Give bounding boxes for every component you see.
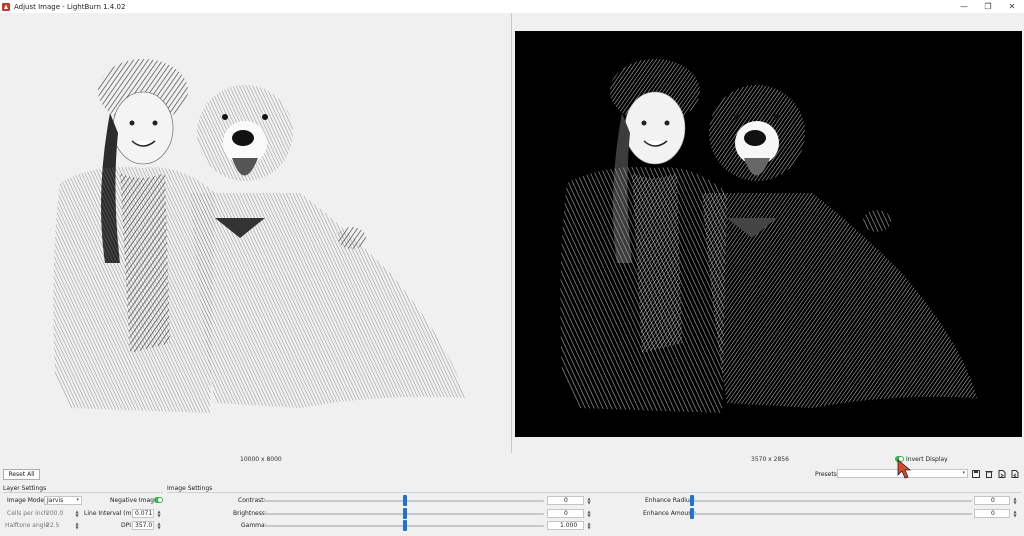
cells-per-inch-label: Cells per inch xyxy=(7,510,48,517)
original-image-pane xyxy=(0,13,511,453)
layer-settings-divider xyxy=(3,492,163,493)
dpi-label: DPI xyxy=(121,522,132,529)
layer-settings-title: Layer Settings xyxy=(3,485,47,492)
image-settings-divider xyxy=(167,492,1021,493)
contrast-slider-handle[interactable] xyxy=(403,495,407,506)
halftone-angle-label: Halftone angle xyxy=(5,522,49,529)
enhance-radius-field[interactable]: 0 xyxy=(974,496,1010,505)
pane-divider[interactable] xyxy=(511,13,512,453)
processed-preview-pane xyxy=(515,31,1022,437)
title-bar: Adjust Image - LightBurn 1.4.02 — ❐ ✕ xyxy=(0,0,1024,13)
cells-per-inch-field[interactable]: 200.0 xyxy=(44,509,72,518)
original-dimensions: 10000 x 8000 xyxy=(240,456,282,463)
minimize-button[interactable]: — xyxy=(952,0,976,13)
processed-image xyxy=(560,59,977,413)
mouse-cursor-icon xyxy=(897,459,911,479)
enhance-radius-stepper[interactable]: ▲ ▼ xyxy=(1012,496,1018,505)
halftone-angle-field[interactable]: 22.5 xyxy=(44,521,72,530)
halftone-angle-stepper[interactable]: ▲ ▼ xyxy=(74,521,80,530)
image-mode-label: Image Mode: xyxy=(7,497,47,504)
presets-label: Presets: xyxy=(815,471,839,478)
brightness-field[interactable]: 0 xyxy=(547,509,584,518)
window-controls: — ❐ ✕ xyxy=(952,0,1024,13)
cells-per-inch-stepper[interactable]: ▲ ▼ xyxy=(74,509,80,518)
restore-button[interactable]: ❐ xyxy=(976,0,1000,13)
chevron-down-icon: ▾ xyxy=(962,470,965,476)
enhance-radius-slider-handle[interactable] xyxy=(690,495,694,506)
preview-dimensions: 3570 x 2856 xyxy=(751,456,789,463)
invert-display-label: Invert Display xyxy=(906,456,948,463)
enhance-amount-stepper[interactable]: ▲ ▼ xyxy=(1012,509,1018,518)
gamma-value: 1.000 xyxy=(560,522,578,529)
dpi-field[interactable]: 357.0 xyxy=(132,521,154,530)
close-button[interactable]: ✕ xyxy=(1000,0,1024,13)
window-title: Adjust Image - LightBurn 1.4.02 xyxy=(14,2,126,11)
contrast-label: Contrast: xyxy=(238,497,266,504)
enhance-amount-label: Enhance Amount: xyxy=(643,510,697,517)
brightness-value: 0 xyxy=(564,510,568,517)
negative-image-label: Negative Image xyxy=(110,497,158,504)
delete-preset-icon[interactable] xyxy=(984,469,994,479)
enhance-amount-value: 0 xyxy=(991,510,995,517)
dpi-stepper[interactable]: ▲ ▼ xyxy=(156,521,162,530)
image-mode-select[interactable]: Jarvis ▾ xyxy=(44,496,82,505)
export-preset-icon[interactable] xyxy=(1010,469,1020,479)
brightness-label: Brightness: xyxy=(233,510,267,517)
image-mode-value: Jarvis xyxy=(47,497,64,504)
import-preset-icon[interactable] xyxy=(997,469,1007,479)
enhance-amount-slider[interactable] xyxy=(690,513,972,515)
line-interval-stepper[interactable]: ▲ ▼ xyxy=(156,509,162,518)
gamma-label: Gamma: xyxy=(241,522,267,529)
lightburn-logo-icon xyxy=(2,2,10,11)
enhance-radius-value: 0 xyxy=(991,497,995,504)
gamma-slider-handle[interactable] xyxy=(403,520,407,531)
chevron-down-icon: ▾ xyxy=(76,497,79,503)
line-interval-field[interactable]: 0.071 xyxy=(132,509,154,518)
gamma-field[interactable]: 1.000 xyxy=(547,521,584,530)
original-image xyxy=(53,59,465,413)
contrast-stepper[interactable]: ▲ ▼ xyxy=(586,496,592,505)
image-settings-title: Image Settings xyxy=(167,485,213,492)
enhance-radius-label: Enhance Radius: xyxy=(645,497,695,504)
negative-image-toggle[interactable] xyxy=(154,497,163,503)
brightness-stepper[interactable]: ▲ ▼ xyxy=(586,509,592,518)
contrast-field[interactable]: 0 xyxy=(547,496,584,505)
brightness-slider-handle[interactable] xyxy=(403,508,407,519)
gamma-stepper[interactable]: ▲ ▼ xyxy=(586,521,592,530)
contrast-value: 0 xyxy=(564,497,568,504)
enhance-amount-field[interactable]: 0 xyxy=(974,509,1010,518)
enhance-radius-slider[interactable] xyxy=(690,500,972,502)
save-preset-icon[interactable] xyxy=(971,469,981,479)
enhance-amount-slider-handle[interactable] xyxy=(690,508,694,519)
reset-all-button[interactable]: Reset All xyxy=(3,469,40,480)
